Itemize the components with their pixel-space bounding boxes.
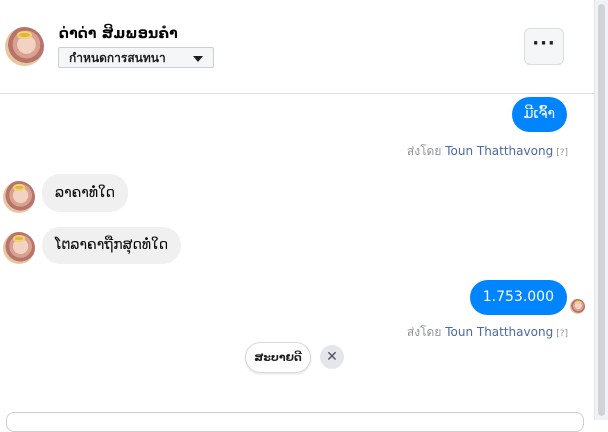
help-link[interactable]: [?] xyxy=(556,148,568,158)
sent-by-name[interactable]: Toun Thatthavong xyxy=(445,325,553,339)
caret-down-icon xyxy=(193,56,203,62)
message-bubble-incoming: ລາຄາທໍ່ໃດ xyxy=(42,174,129,212)
sent-by-name[interactable]: Toun Thatthavong xyxy=(445,144,553,158)
close-icon[interactable]: ✕ xyxy=(320,345,344,369)
sent-by-note: ส่งโดย Toun Thatthavong [?] xyxy=(407,142,568,161)
sent-by-prefix: ส่งโดย xyxy=(406,144,442,158)
quick-reply-chip[interactable]: ສະບາຍດີ xyxy=(245,342,311,373)
message-composer[interactable] xyxy=(6,412,584,432)
read-receipt-avatar xyxy=(570,299,585,314)
more-options-button[interactable]: ··· xyxy=(524,28,564,65)
conversation-select[interactable]: กำหนดการสนทนา xyxy=(58,47,214,68)
conversation-header: ດ່າດ່າ ສິມພອນຄໍາ กำหนดการสนทนา ··· xyxy=(0,0,595,94)
sent-by-prefix: ส่งโดย xyxy=(406,325,442,339)
sender-avatar[interactable] xyxy=(3,181,35,213)
conversation-select-label: กำหนดการสนทนา xyxy=(69,51,166,65)
sent-by-note: ส่งโดย Toun Thatthavong [?] xyxy=(407,323,568,342)
message-bubble-incoming: ໂຕລາຄາຖືກສຸດທໍ່ໃດ xyxy=(42,227,182,264)
contact-avatar[interactable] xyxy=(5,27,44,66)
help-link[interactable]: [?] xyxy=(556,329,568,339)
scrollbar-thumb[interactable] xyxy=(598,4,605,416)
scrollbar[interactable] xyxy=(594,0,608,420)
contact-name[interactable]: ດ່າດ່າ ສິມພອນຄໍາ xyxy=(59,26,178,42)
message-bubble-outgoing: ມີເຈົ້າ xyxy=(511,97,567,132)
sender-avatar[interactable] xyxy=(3,232,35,264)
message-bubble-outgoing: 1.753.000 xyxy=(469,280,567,315)
